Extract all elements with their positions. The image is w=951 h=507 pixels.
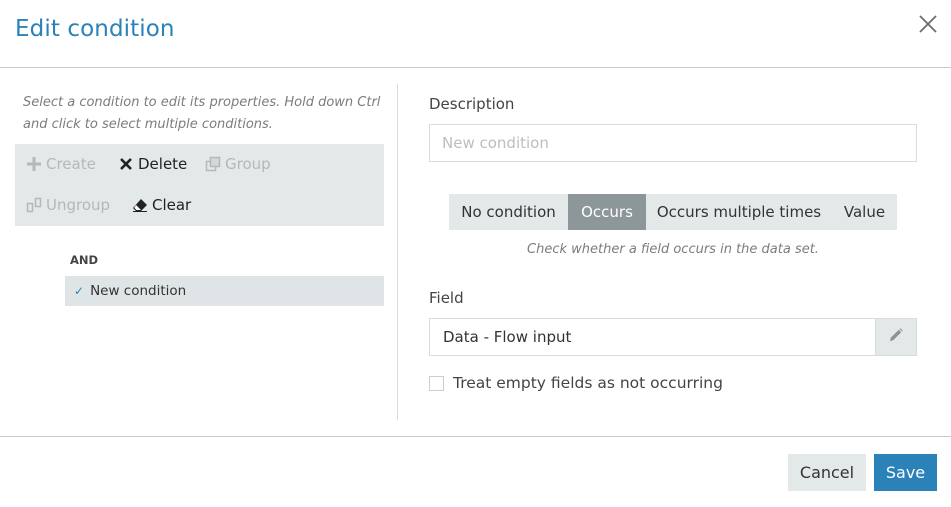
tree-operator: AND — [70, 253, 99, 267]
treat-empty-checkbox[interactable] — [429, 375, 444, 391]
header-divider — [0, 67, 951, 68]
footer-divider — [0, 436, 951, 437]
clear-label: Clear — [152, 196, 192, 214]
delete-label: Delete — [138, 155, 188, 173]
ungroup-label: Ungroup — [46, 196, 111, 214]
ungroup-icon — [26, 197, 42, 213]
group-icon — [205, 156, 221, 172]
treat-empty-label: Treat empty fields as not occurring — [453, 374, 723, 392]
description-label: Description — [429, 95, 515, 113]
create-label: Create — [46, 155, 96, 173]
tree-item-condition[interactable]: ✓ New condition — [65, 276, 384, 306]
plus-icon — [26, 156, 42, 172]
condition-toolbar: Create Delete Group Ungroup Clear — [15, 144, 384, 226]
group-label: Group — [225, 155, 271, 173]
condition-type-selector: No condition Occurs Occurs multiple time… — [449, 194, 897, 230]
description-input[interactable] — [429, 124, 917, 162]
group-button[interactable]: Group — [205, 151, 271, 177]
condition-type-hint: Check whether a field occurs in the data… — [527, 242, 819, 257]
save-button[interactable]: Save — [874, 454, 937, 491]
create-button[interactable]: Create — [26, 151, 96, 177]
field-value[interactable]: Data - Flow input — [430, 319, 875, 355]
field-selector: Data - Flow input — [429, 318, 917, 356]
eraser-icon — [132, 197, 148, 213]
cancel-button[interactable]: Cancel — [788, 454, 866, 491]
pencil-icon — [888, 327, 904, 347]
type-occurs-multiple[interactable]: Occurs multiple times — [646, 194, 832, 230]
type-occurs[interactable]: Occurs — [568, 194, 646, 230]
close-x-icon — [118, 156, 134, 172]
ungroup-button[interactable]: Ungroup — [26, 192, 110, 218]
type-no-condition[interactable]: No condition — [449, 194, 568, 230]
panel-divider — [397, 84, 398, 420]
treat-empty-checkbox-row[interactable]: Treat empty fields as not occurring — [429, 374, 723, 392]
dialog-title: Edit condition — [15, 16, 175, 42]
checkmark-icon: ✓ — [74, 284, 85, 298]
edit-field-button[interactable] — [875, 319, 916, 355]
tree-item-label: New condition — [90, 283, 187, 299]
field-label: Field — [429, 289, 464, 307]
edit-condition-dialog: Edit condition Select a condition to edi… — [0, 0, 951, 507]
delete-button[interactable]: Delete — [118, 151, 187, 177]
selection-hint: Select a condition to edit its propertie… — [23, 95, 381, 132]
type-value[interactable]: Value — [832, 194, 897, 230]
close-icon[interactable] — [916, 12, 940, 36]
clear-button[interactable]: Clear — [132, 192, 191, 218]
